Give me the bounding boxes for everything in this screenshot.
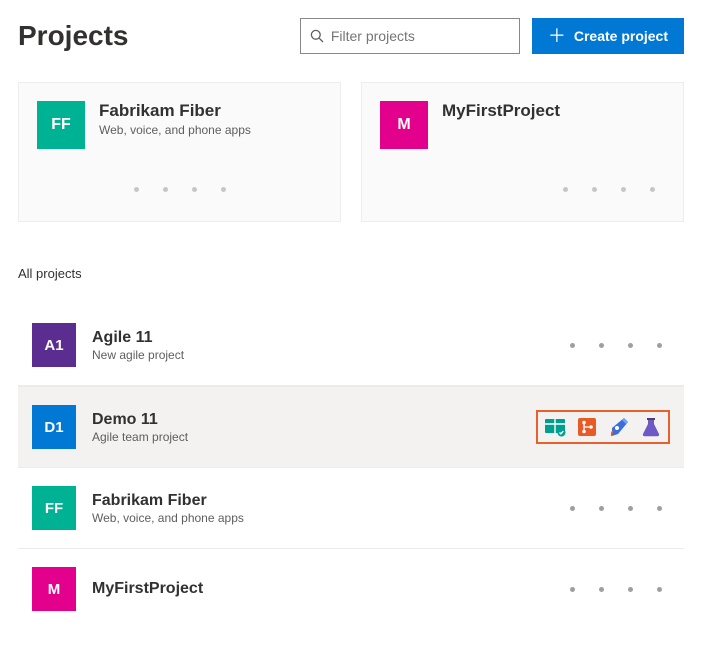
- project-row[interactable]: M MyFirstProject: [18, 549, 684, 629]
- pipelines-icon[interactable]: [608, 416, 630, 438]
- project-description: Agile team project: [92, 430, 520, 444]
- project-row[interactable]: A1 Agile 11 New agile project: [18, 305, 684, 386]
- card-activity-dots: [380, 187, 665, 192]
- project-name: Fabrikam Fiber: [99, 101, 251, 121]
- quick-actions-callout: [536, 410, 670, 444]
- project-name: Agile 11: [92, 329, 554, 347]
- project-description: New agile project: [92, 348, 554, 362]
- project-description: Web, voice, and phone apps: [92, 511, 554, 525]
- boards-icon[interactable]: [544, 416, 566, 438]
- project-avatar: A1: [32, 323, 76, 367]
- project-name: Fabrikam Fiber: [92, 492, 554, 510]
- project-name: MyFirstProject: [92, 580, 554, 598]
- project-row[interactable]: FF Fabrikam Fiber Web, voice, and phone …: [18, 468, 684, 549]
- project-avatar: M: [32, 567, 76, 611]
- project-description: Web, voice, and phone apps: [99, 123, 251, 137]
- project-card[interactable]: M MyFirstProject: [361, 82, 684, 222]
- project-avatar: D1: [32, 405, 76, 449]
- row-activity-dots: [570, 343, 670, 348]
- filter-projects-search[interactable]: [300, 18, 520, 54]
- project-card[interactable]: FF Fabrikam Fiber Web, voice, and phone …: [18, 82, 341, 222]
- create-project-label: Create project: [574, 28, 668, 44]
- featured-projects: FF Fabrikam Fiber Web, voice, and phone …: [18, 82, 684, 222]
- row-activity-dots: [570, 506, 670, 511]
- project-row[interactable]: D1 Demo 11 Agile team project: [18, 386, 684, 468]
- project-avatar: M: [380, 101, 428, 149]
- test-plans-icon[interactable]: [640, 416, 662, 438]
- project-name: MyFirstProject: [442, 101, 560, 121]
- project-avatar: FF: [37, 101, 85, 149]
- all-projects-heading: All projects: [18, 266, 684, 281]
- project-avatar: FF: [32, 486, 76, 530]
- repos-icon[interactable]: [576, 416, 598, 438]
- page-title: Projects: [18, 20, 288, 52]
- filter-projects-input[interactable]: [331, 28, 511, 44]
- row-activity-dots: [570, 587, 670, 592]
- search-icon: [309, 28, 325, 44]
- project-name: Demo 11: [92, 411, 520, 429]
- create-project-button[interactable]: ＋ Create project: [532, 18, 684, 54]
- card-activity-dots: [37, 187, 322, 192]
- plus-icon: ＋: [548, 27, 566, 45]
- page-header: Projects ＋ Create project: [18, 18, 684, 54]
